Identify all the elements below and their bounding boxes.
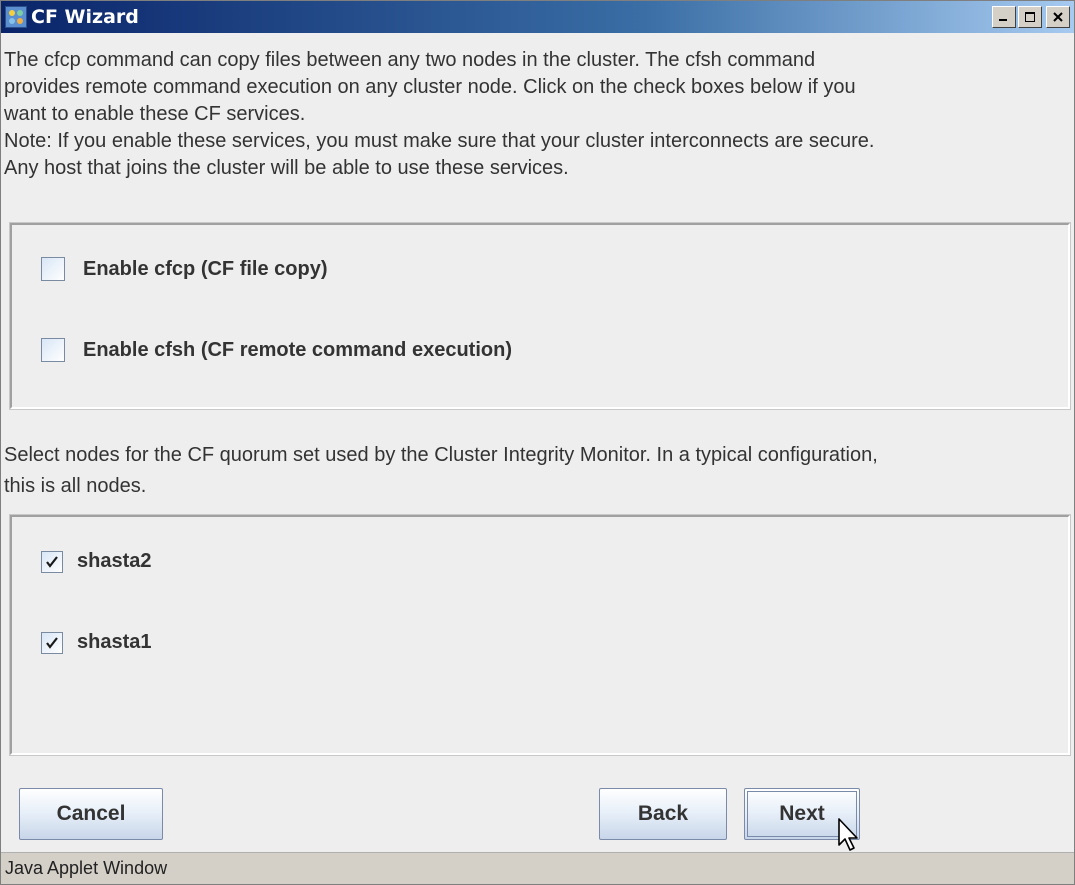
minimize-icon [999,19,1007,21]
cfcp-option[interactable]: Enable cfcp (CF file copy) [41,257,327,281]
shasta2-checkbox[interactable] [41,550,63,573]
cfsh-option[interactable]: Enable cfsh (CF remote command execution… [41,338,512,362]
cfcp-checkbox[interactable] [41,257,65,281]
nodes-panel: shasta2 shasta1 [9,514,1071,756]
window-title: CF Wizard [31,6,139,28]
shasta2-label[interactable]: shasta2 [77,550,152,573]
shasta1-checkbox[interactable] [41,631,63,654]
intro-line: want to enable these CF services. [4,103,306,125]
intro-text: The cfcp command can copy files between … [4,47,1069,182]
cancel-button[interactable]: Cancel [19,788,163,840]
maximize-icon [1025,12,1035,22]
cfcp-label[interactable]: Enable cfcp (CF file copy) [83,258,327,281]
intro-note-line: Any host that joins the cluster will be … [4,157,569,179]
title-bar[interactable]: CF Wizard [1,1,1074,33]
quorum-line: Select nodes for the CF quorum set used … [4,444,878,466]
checkmark-icon [46,636,58,649]
minimize-button[interactable] [992,6,1016,28]
window-controls [992,6,1070,28]
node-shasta2-option[interactable]: shasta2 [41,550,152,573]
intro-note-line: Note: If you enable these services, you … [4,130,875,152]
quorum-instructions: Select nodes for the CF quorum set used … [4,440,1072,502]
node-shasta1-option[interactable]: shasta1 [41,631,152,654]
close-button[interactable] [1046,6,1070,28]
maximize-button[interactable] [1018,6,1042,28]
services-panel: Enable cfcp (CF file copy) Enable cfsh (… [9,222,1071,410]
close-icon [1053,12,1063,22]
cf-wizard-window: CF Wizard The cfcp command can copy file… [0,0,1075,885]
back-button[interactable]: Back [599,788,727,840]
intro-line: provides remote command execution on any… [4,76,856,98]
cfsh-label[interactable]: Enable cfsh (CF remote command execution… [83,339,512,362]
java-app-icon [5,6,27,28]
cfsh-checkbox[interactable] [41,338,65,362]
shasta1-label[interactable]: shasta1 [77,631,152,654]
intro-line: The cfcp command can copy files between … [4,49,816,71]
status-bar: Java Applet Window [1,852,1074,884]
quorum-line: this is all nodes. [4,475,147,497]
checkmark-icon [46,555,58,568]
